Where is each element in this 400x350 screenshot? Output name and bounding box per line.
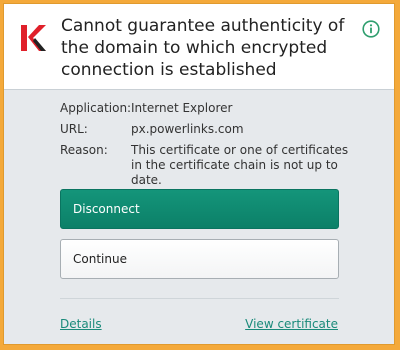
- dialog-header: Cannot guarantee authenticity of the dom…: [4, 4, 394, 90]
- view-certificate-link[interactable]: View certificate: [245, 317, 338, 331]
- reason-value: This certificate or one of certificates …: [131, 143, 349, 187]
- application-label: Application:: [60, 101, 132, 115]
- url-value: px.powerlinks.com: [131, 122, 244, 136]
- url-label: URL:: [60, 122, 88, 136]
- connection-details: Application: Internet Explorer URL: px.p…: [60, 101, 350, 194]
- kaspersky-logo-icon: [21, 25, 47, 55]
- detail-row-application: Application: Internet Explorer: [60, 101, 350, 116]
- detail-row-reason: Reason: This certificate or one of certi…: [60, 143, 350, 188]
- disconnect-button[interactable]: Disconnect: [60, 189, 339, 229]
- application-value: Internet Explorer: [131, 101, 233, 115]
- divider: [60, 298, 339, 299]
- continue-button[interactable]: Continue: [60, 239, 339, 279]
- reason-label: Reason:: [60, 143, 108, 157]
- detail-row-url: URL: px.powerlinks.com: [60, 122, 350, 137]
- alert-dialog: Cannot guarantee authenticity of the dom…: [3, 3, 395, 345]
- dialog-title: Cannot guarantee authenticity of the dom…: [61, 16, 345, 80]
- info-icon[interactable]: [362, 20, 380, 38]
- details-link[interactable]: Details: [60, 317, 102, 331]
